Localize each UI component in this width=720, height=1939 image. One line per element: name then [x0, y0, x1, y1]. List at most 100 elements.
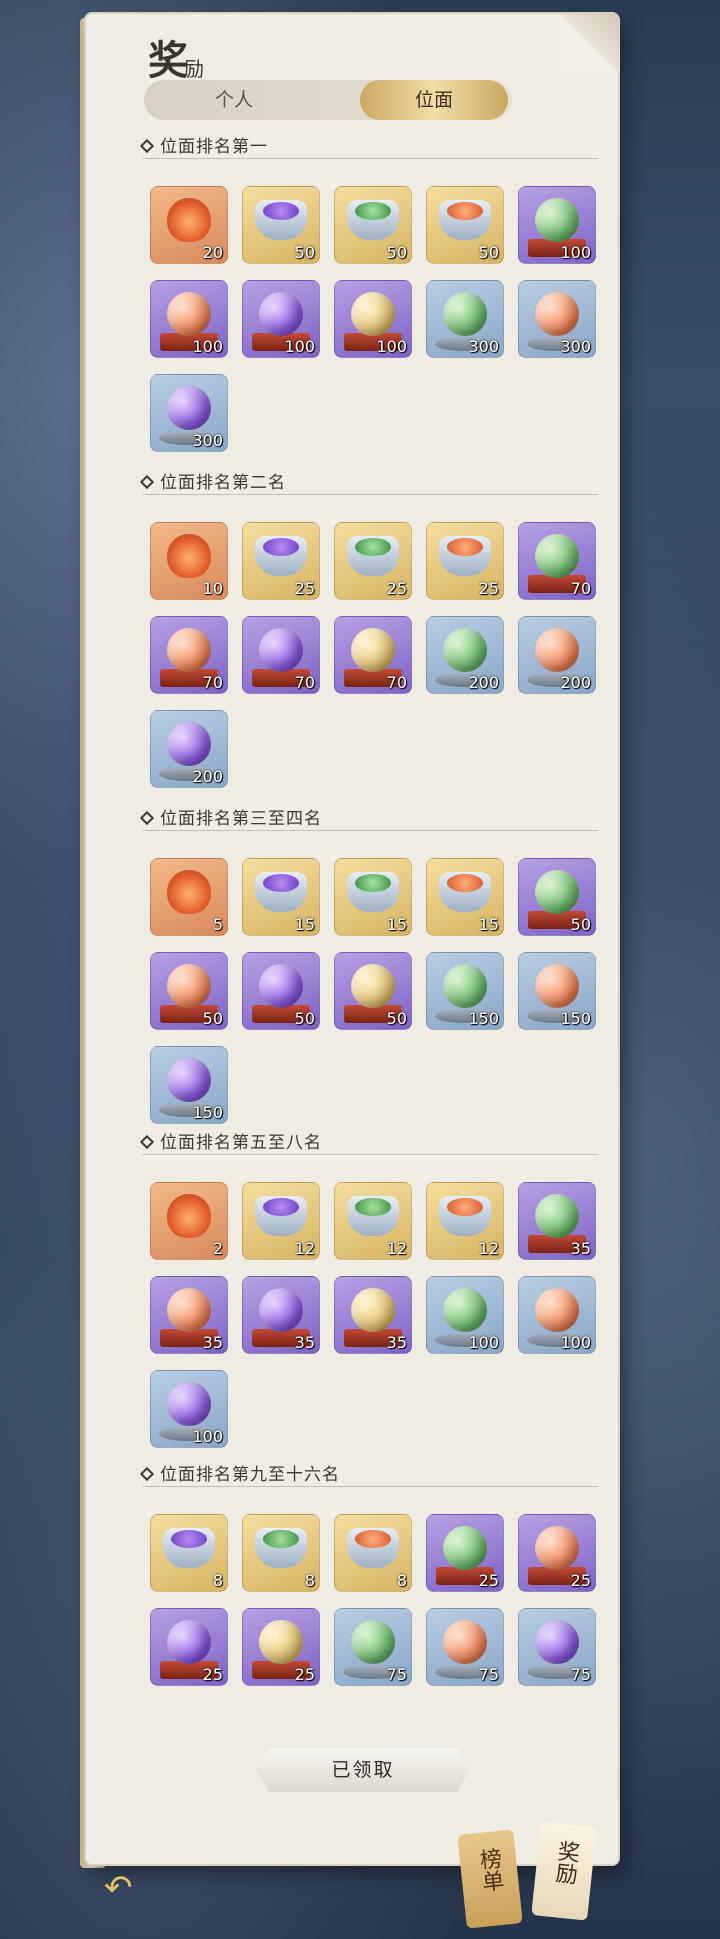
- reward-item[interactable]: 75: [334, 1608, 412, 1686]
- reward-item[interactable]: 15: [426, 858, 504, 936]
- reward-item[interactable]: 300: [426, 280, 504, 358]
- reward-item[interactable]: 35: [242, 1276, 320, 1354]
- reward-item[interactable]: 12: [334, 1182, 412, 1260]
- back-arrow-icon[interactable]: ↶: [104, 1868, 148, 1908]
- reward-item[interactable]: 20: [150, 186, 228, 264]
- reward-item[interactable]: 8: [242, 1514, 320, 1592]
- item-quantity: 100: [376, 337, 407, 356]
- item-quantity: 20: [202, 243, 223, 262]
- reward-item[interactable]: 50: [518, 858, 596, 936]
- bead-pot-icon: [255, 1196, 307, 1237]
- reward-item[interactable]: 50: [334, 952, 412, 1030]
- reward-item[interactable]: 200: [426, 616, 504, 694]
- item-quantity: 8: [396, 1571, 407, 1590]
- reward-item[interactable]: 25: [426, 1514, 504, 1592]
- reward-item[interactable]: 75: [426, 1608, 504, 1686]
- reward-item[interactable]: 150: [518, 952, 596, 1030]
- section-title: 位面排名第二名: [139, 468, 598, 495]
- page-title: 奖励: [148, 28, 208, 86]
- reward-item[interactable]: 200: [150, 710, 228, 788]
- orb-on-box-icon: [351, 628, 395, 673]
- item-quantity: 100: [560, 243, 591, 262]
- orb-on-stand-icon: [443, 1288, 487, 1333]
- orb-on-stand-icon: [535, 964, 579, 1009]
- flower-treasure-icon: [167, 870, 211, 915]
- reward-item[interactable]: 15: [242, 858, 320, 936]
- reward-item[interactable]: 100: [518, 1276, 596, 1354]
- orb-on-stand-icon: [443, 1620, 487, 1665]
- reward-item[interactable]: 100: [150, 280, 228, 358]
- reward-item[interactable]: 25: [242, 1608, 320, 1686]
- reward-item[interactable]: 35: [334, 1276, 412, 1354]
- section-title: 位面排名第五至八名: [139, 1128, 598, 1155]
- reward-item[interactable]: 25: [518, 1514, 596, 1592]
- reward-item[interactable]: 100: [242, 280, 320, 358]
- reward-item[interactable]: 70: [242, 616, 320, 694]
- item-quantity: 25: [294, 1665, 315, 1684]
- side-tab-rank[interactable]: 榜单: [457, 1829, 523, 1929]
- reward-item[interactable]: 70: [334, 616, 412, 694]
- item-quantity: 15: [294, 915, 315, 934]
- item-quantity: 12: [386, 1239, 407, 1258]
- orb-on-box-icon: [535, 534, 579, 579]
- item-quantity: 300: [468, 337, 499, 356]
- item-quantity: 25: [570, 1571, 591, 1590]
- diamond-icon: [139, 1134, 155, 1150]
- reward-item[interactable]: 50: [242, 952, 320, 1030]
- bead-pot-icon: [255, 200, 307, 241]
- reward-item[interactable]: 12: [242, 1182, 320, 1260]
- reward-item[interactable]: 25: [150, 1608, 228, 1686]
- reward-item[interactable]: 25: [242, 522, 320, 600]
- reward-item[interactable]: 12: [426, 1182, 504, 1260]
- diamond-icon: [139, 474, 155, 490]
- item-quantity: 50: [202, 1009, 223, 1028]
- reward-item[interactable]: 200: [518, 616, 596, 694]
- reward-item[interactable]: 100: [150, 1370, 228, 1448]
- tab-plane[interactable]: 位面: [360, 80, 508, 120]
- reward-item[interactable]: 35: [150, 1276, 228, 1354]
- claimed-button[interactable]: 已领取: [256, 1748, 470, 1792]
- orb-on-box-icon: [259, 1620, 303, 1665]
- reward-item[interactable]: 50: [242, 186, 320, 264]
- reward-item[interactable]: 35: [518, 1182, 596, 1260]
- orb-on-box-icon: [167, 628, 211, 673]
- bead-pot-icon: [439, 872, 491, 913]
- reward-item[interactable]: 2: [150, 1182, 228, 1260]
- item-quantity: 5: [212, 915, 223, 934]
- item-quantity: 25: [478, 579, 499, 598]
- reward-item[interactable]: 5: [150, 858, 228, 936]
- reward-item[interactable]: 100: [426, 1276, 504, 1354]
- reward-item[interactable]: 50: [334, 186, 412, 264]
- tab-personal[interactable]: 个人: [144, 80, 324, 120]
- reward-item[interactable]: 70: [518, 522, 596, 600]
- reward-item[interactable]: 8: [334, 1514, 412, 1592]
- orb-on-box-icon: [167, 1288, 211, 1333]
- item-quantity: 70: [570, 579, 591, 598]
- orb-on-stand-icon: [535, 628, 579, 673]
- reward-item[interactable]: 10: [150, 522, 228, 600]
- reward-item[interactable]: 300: [150, 374, 228, 452]
- reward-item[interactable]: 50: [426, 186, 504, 264]
- orb-on-box-icon: [351, 1288, 395, 1333]
- item-quantity: 25: [478, 1571, 499, 1590]
- reward-item[interactable]: 100: [334, 280, 412, 358]
- reward-item[interactable]: 300: [518, 280, 596, 358]
- reward-item[interactable]: 75: [518, 1608, 596, 1686]
- reward-item[interactable]: 25: [426, 522, 504, 600]
- item-quantity: 50: [478, 243, 499, 262]
- item-quantity: 8: [212, 1571, 223, 1590]
- reward-item[interactable]: 8: [150, 1514, 228, 1592]
- reward-item[interactable]: 25: [334, 522, 412, 600]
- reward-item[interactable]: 150: [426, 952, 504, 1030]
- reward-item[interactable]: 150: [150, 1046, 228, 1124]
- side-tab-reward[interactable]: 奖励: [531, 1821, 597, 1921]
- orb-on-box-icon: [167, 292, 211, 337]
- orb-on-stand-icon: [167, 722, 211, 767]
- reward-item[interactable]: 70: [150, 616, 228, 694]
- orb-on-box-icon: [259, 1288, 303, 1333]
- reward-item[interactable]: 50: [150, 952, 228, 1030]
- reward-item[interactable]: 100: [518, 186, 596, 264]
- orb-on-stand-icon: [443, 628, 487, 673]
- side-tab-reward-label: 奖励: [550, 1838, 581, 1886]
- reward-item[interactable]: 15: [334, 858, 412, 936]
